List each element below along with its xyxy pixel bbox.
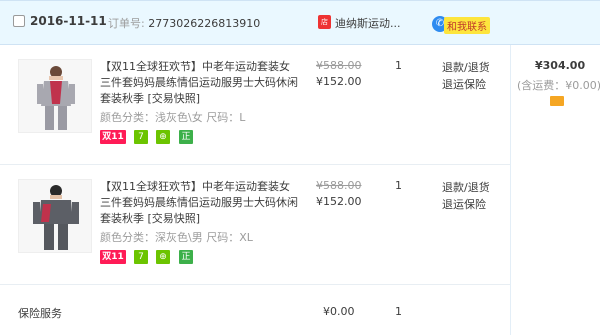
return-insurance-link[interactable]: 退运保险	[442, 76, 486, 92]
unit-price: ¥152.00	[316, 75, 362, 88]
genuine-guarantee-icon[interactable]: 正	[179, 130, 193, 144]
original-price: ¥588.00	[316, 179, 362, 192]
insurance-row: 保险服务 ¥0.00 1	[0, 285, 510, 335]
quantity: 1	[395, 59, 402, 72]
order-number-label: 订单号:	[108, 17, 145, 30]
order-number-value: 2773026226813910	[148, 17, 261, 30]
product-photo-man	[19, 180, 91, 252]
contact-label: 和我联系	[444, 17, 490, 34]
shop-name-link[interactable]: 迪纳斯运动...	[335, 15, 401, 31]
insurance-quantity: 1	[395, 305, 402, 318]
consumer-protection-icon[interactable]: ⊕	[156, 130, 170, 144]
order-number: 订单号: 2773026226813910	[108, 15, 260, 31]
insurance-label: 保险服务	[18, 307, 62, 320]
original-price: ¥588.00	[316, 59, 362, 72]
genuine-guarantee-icon[interactable]: 正	[179, 250, 193, 264]
shop-icon: 店	[318, 15, 331, 29]
product-photo-woman	[19, 60, 91, 132]
refund-return-link[interactable]: 退款/退货	[442, 179, 490, 195]
shipping-fee-note: (含运费：¥0.00)	[517, 79, 600, 92]
order-item: 【双11全球狂欢节】中老年运动套装女三件套妈妈晨练情侣运动服男士大码休闲套装秋季…	[0, 45, 510, 165]
order-date: 2016-11-11	[30, 14, 107, 28]
quantity: 1	[395, 179, 402, 192]
return-insurance-link[interactable]: 退运保险	[442, 196, 486, 212]
insurance-price: ¥0.00	[323, 305, 355, 318]
order-total: ¥304.00	[535, 59, 586, 72]
seven-day-return-icon[interactable]: 7	[134, 130, 148, 144]
product-title-link[interactable]: 【双11全球狂欢节】中老年运动套装女三件套妈妈晨练情侣运动服男士大码休闲套装秋季…	[100, 59, 298, 107]
product-sku: 颜色分类：深灰色\男 尺码：XL	[100, 231, 253, 244]
double11-badge[interactable]: 双11	[100, 130, 126, 144]
order-header: 2016-11-11 订单号: 2773026226813910 店 迪纳斯运动…	[0, 1, 600, 45]
consumer-protection-icon[interactable]: ⊕	[156, 250, 170, 264]
column-divider	[510, 45, 511, 335]
product-sku: 颜色分类：浅灰色\女 尺码：L	[100, 111, 246, 124]
product-thumbnail[interactable]	[18, 179, 92, 253]
order-checkbox[interactable]	[13, 15, 25, 27]
order-card: 2016-11-11 订单号: 2773026226813910 店 迪纳斯运动…	[0, 0, 600, 335]
product-thumbnail[interactable]	[18, 59, 92, 133]
order-item: 【双11全球狂欢节】中老年运动套装女三件套妈妈晨练情侣运动服男士大码休闲套装秋季…	[0, 165, 510, 285]
product-title-link[interactable]: 【双11全球狂欢节】中老年运动套装女三件套妈妈晨练情侣运动服男士大码休闲套装秋季…	[100, 179, 298, 227]
seven-day-return-icon[interactable]: 7	[134, 250, 148, 264]
refund-return-link[interactable]: 退款/退货	[442, 59, 490, 75]
unit-price: ¥152.00	[316, 195, 362, 208]
double11-badge[interactable]: 双11	[100, 250, 126, 264]
payment-card-icon[interactable]	[550, 96, 564, 106]
